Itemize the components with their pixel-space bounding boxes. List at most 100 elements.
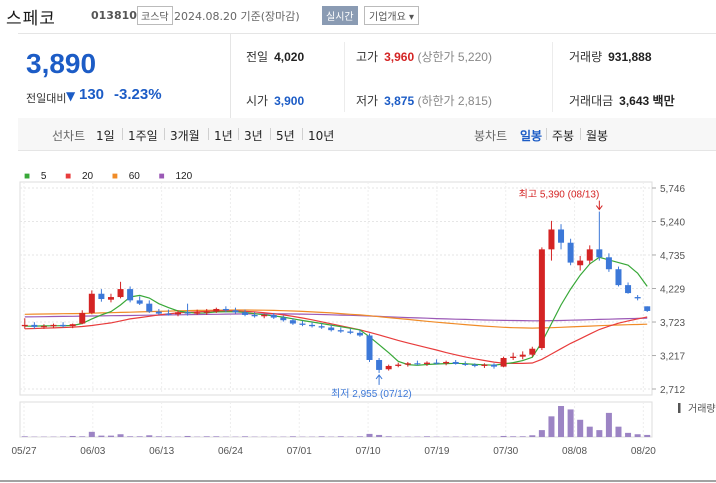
volume-bar [127,436,134,437]
volume-bar [529,435,536,437]
volume-bar [289,436,296,437]
low-annotation: 최저 2,955 (07/12) [331,388,412,400]
volume-bar [213,436,220,437]
candle-body [88,293,95,313]
candle-body [165,313,172,315]
high-arrow-icon [595,200,603,211]
x-tick-label: 07/01 [287,446,312,457]
candle-body [337,330,344,332]
volume-bar [500,435,507,437]
candle-body [538,249,545,349]
volume-bar [605,412,612,437]
candle-body [155,311,162,314]
volume-bar [567,409,574,437]
x-tick-label: 06/24 [218,446,243,457]
candle-body [299,323,306,325]
candle-body [586,249,593,261]
candle-body [634,297,641,299]
volume-bar [318,436,325,437]
x-tick-label: 06/03 [80,446,105,457]
candle-body [117,289,124,298]
candle-body [395,364,402,366]
volume-bar [242,436,249,437]
candle-body [270,314,277,318]
candle-body [366,335,373,360]
candle-body [251,314,258,317]
volume-bar [69,435,76,437]
candle-body [175,312,181,315]
x-tick-label: 06/13 [149,446,174,457]
volume-bar [107,435,114,437]
candle-body [107,297,114,300]
x-tick-label: 05/27 [11,446,36,457]
candle-body [280,317,287,321]
volume-bar [98,435,105,437]
candle-body [222,308,229,311]
candle-body [510,356,517,358]
price-chart[interactable]: 5,746 5,240 4,735 4,229 3,723 3,217 2,712 05/27… [0,0,716,483]
volume-bar [136,436,143,437]
candle-body [529,348,536,355]
candle-body [404,363,411,365]
candle-body [615,269,622,286]
high-annotation: 최고 5,390 (08/13) [519,189,600,201]
volume-bar [423,436,430,437]
candle-body [98,293,105,300]
volume-bar [337,436,344,437]
volume-plot-frame [19,401,653,438]
volume-bar [203,436,210,437]
volume-bar [356,436,363,437]
candle-body [21,324,28,327]
volume-bar [60,436,67,437]
volume-bar [88,431,95,437]
volume-bar [385,436,392,437]
candle-body [596,249,603,258]
candle-body [40,326,47,328]
y-tick-label: 4,229 [660,285,685,296]
y-tick-label: 5,746 [660,184,685,195]
candle-body [328,327,335,331]
candle-body [69,324,76,327]
volume-label: ▎거래량 [678,403,716,415]
low-arrow-icon [375,374,383,385]
volume-bar [117,434,124,437]
candle-body [577,260,584,266]
volume-bar [615,426,622,437]
volume-bar [577,419,584,437]
x-tick-label: 07/30 [493,446,518,457]
candle-body [519,354,526,357]
volume-bar [510,436,517,437]
candle-body [203,311,210,313]
volume-bar [644,434,651,437]
x-tick-label: 07/10 [356,446,381,457]
volume-bar [538,430,545,437]
y-tick-label: 4,735 [660,251,685,262]
volume-bar [634,434,641,437]
candle-body [443,361,450,364]
candle-body [605,257,612,270]
candle-body [213,308,220,312]
candle-body [356,332,363,336]
y-tick-label: 5,240 [660,218,685,229]
candle-body [433,362,440,364]
candle-body [452,361,459,364]
candle-body [309,324,316,327]
candle-body [232,310,239,313]
candle-body [79,312,86,324]
candle-body [462,363,469,365]
candle-body [136,300,143,304]
candle-body [558,229,565,243]
candle-body [481,364,488,366]
x-tick-label: 07/19 [424,446,449,457]
candle-body [318,326,325,328]
volume-bar [376,434,383,437]
x-tick-label: 08/20 [631,446,656,457]
candle-body [625,285,632,294]
candle-body [385,365,392,370]
volume-bar [155,436,162,437]
volume-bar [165,436,172,437]
y-tick-label: 2,712 [660,385,685,396]
candle-body [423,362,430,364]
volume-bar [596,430,603,437]
candle-body [376,359,383,370]
